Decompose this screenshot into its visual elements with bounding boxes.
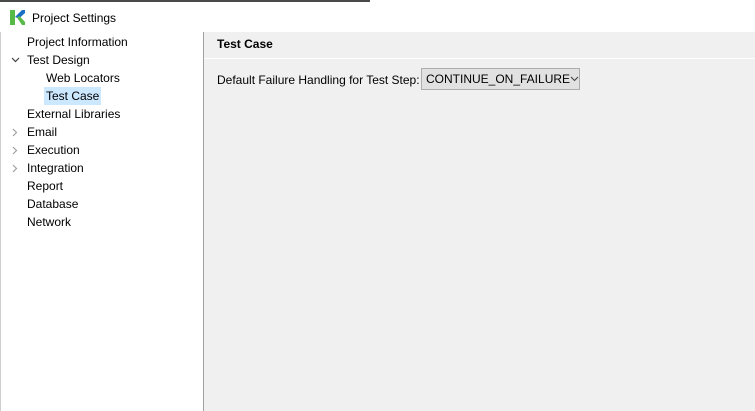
panel-header: Test Case: [204, 32, 755, 59]
tree-item-network[interactable]: Network: [25, 213, 73, 231]
tree-item-label: Integration: [27, 161, 84, 175]
tree-item-integration[interactable]: Integration: [25, 159, 86, 177]
tree-item-label: Project Information: [27, 35, 128, 49]
tree-item-label: Execution: [27, 143, 80, 157]
failure-handling-value: CONTINUE_ON_FAILURE: [426, 72, 571, 86]
tree-item-test-case[interactable]: Test Case: [44, 87, 102, 105]
chevron-down-icon: [570, 69, 579, 89]
chevron-right-icon[interactable]: [10, 141, 20, 159]
tree-item-test-design[interactable]: Test Design: [25, 51, 92, 69]
tree-item-label: Database: [27, 197, 79, 211]
tree-item-label: Test Design: [27, 53, 90, 67]
chevron-right-icon[interactable]: [10, 159, 20, 177]
chevron-down-icon[interactable]: [10, 51, 20, 69]
settings-tree: Project Information Test Design Web Loca…: [0, 32, 203, 411]
tree-item-label: External Libraries: [27, 107, 121, 121]
app-logo-icon: [10, 10, 25, 25]
tree-item-execution[interactable]: Execution: [25, 141, 82, 159]
settings-panel: Test Case Default Failure Handling for T…: [204, 32, 755, 411]
tree-item-external-libraries[interactable]: External Libraries: [25, 105, 122, 123]
tree-item-web-locators[interactable]: Web Locators: [44, 69, 122, 87]
page-title: Test Case: [217, 37, 273, 51]
dialog-body: Project Information Test Design Web Loca…: [0, 32, 755, 411]
failure-handling-dropdown[interactable]: CONTINUE_ON_FAILURE: [421, 68, 580, 90]
failure-handling-label: Default Failure Handling for Test Step:: [217, 73, 420, 87]
tree-item-label: Report: [27, 179, 64, 193]
chevron-right-icon[interactable]: [10, 123, 20, 141]
tree-item-project-information[interactable]: Project Information: [25, 33, 130, 51]
tree-item-label: Email: [27, 125, 58, 139]
tree-item-label: Network: [27, 215, 72, 229]
window-title: Project Settings: [32, 10, 117, 25]
tree-item-database[interactable]: Database: [25, 195, 80, 213]
tree-item-email[interactable]: Email: [25, 123, 59, 141]
title-bar[interactable]: Project Settings: [0, 3, 755, 32]
tree-item-label: Web Locators: [46, 71, 120, 85]
tree-item-report[interactable]: Report: [25, 177, 65, 195]
tree-item-label: Test Case: [44, 87, 102, 105]
